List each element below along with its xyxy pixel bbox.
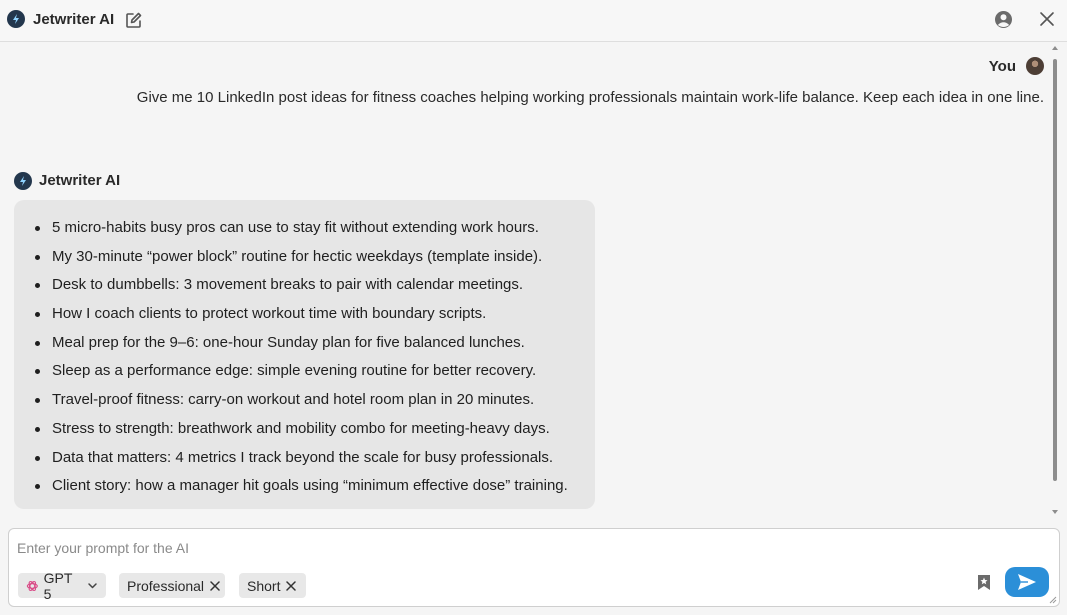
send-icon — [1018, 574, 1036, 590]
list-item: How I coach clients to protect workout t… — [14, 300, 595, 329]
send-button[interactable] — [1005, 567, 1049, 597]
list-item: 5 micro-habits busy pros can use to stay… — [14, 214, 595, 243]
lightning-bolt-logo — [14, 172, 32, 190]
assistant-label: Jetwriter AI — [39, 172, 121, 189]
tone-chip[interactable]: Professional — [119, 573, 225, 598]
lightning-bolt-logo — [7, 10, 25, 28]
app-title: Jetwriter AI — [33, 11, 115, 28]
title-bar: Jetwriter AI — [0, 0, 1067, 42]
list-item: Desk to dumbbells: 3 movement breaks to … — [14, 271, 595, 300]
close-icon[interactable] — [1037, 9, 1057, 29]
scroll-up-icon[interactable] — [1052, 45, 1058, 51]
prompt-composer: GPT 5 Professional Short — [8, 528, 1060, 607]
chat-area: You Give me 10 LinkedIn post ideas for f… — [0, 43, 1052, 520]
length-chip[interactable]: Short — [239, 573, 306, 598]
list-item: My 30-minute “power block” routine for h… — [14, 243, 595, 272]
model-selector[interactable]: GPT 5 — [18, 570, 106, 602]
assistant-message: 5 micro-habits busy pros can use to stay… — [14, 200, 595, 509]
scroll-down-icon[interactable] — [1052, 509, 1058, 515]
idea-list: 5 micro-habits busy pros can use to stay… — [14, 200, 595, 501]
prompt-input[interactable] — [17, 537, 917, 559]
user-message: Give me 10 LinkedIn post ideas for fitne… — [136, 89, 1044, 106]
list-item: Stress to strength: breathwork and mobil… — [14, 415, 595, 444]
chat-scrollbar[interactable] — [1052, 43, 1058, 520]
user-circle-icon[interactable] — [993, 9, 1013, 29]
close-icon[interactable] — [286, 580, 297, 591]
tone-label: Professional — [127, 577, 205, 594]
chevron-down-icon — [87, 580, 98, 591]
list-item: Travel-proof fitness: carry-on workout a… — [14, 386, 595, 415]
edit-square-icon[interactable] — [124, 10, 144, 30]
avatar — [1026, 57, 1044, 75]
length-label: Short — [247, 577, 281, 594]
bookmark-icon[interactable] — [975, 573, 993, 591]
list-item: Sleep as a performance edge: simple even… — [14, 357, 595, 386]
list-item: Data that matters: 4 metrics I track bey… — [14, 444, 595, 473]
list-item: Meal prep for the 9–6: one-hour Sunday p… — [14, 329, 595, 358]
openai-icon — [26, 580, 38, 591]
close-icon[interactable] — [210, 580, 220, 591]
list-item: Client story: how a manager hit goals us… — [14, 472, 595, 501]
scroll-thumb[interactable] — [1053, 59, 1057, 481]
model-label: GPT 5 — [43, 569, 73, 602]
resize-grip-icon[interactable] — [1049, 596, 1057, 604]
user-label: You — [988, 58, 1016, 75]
